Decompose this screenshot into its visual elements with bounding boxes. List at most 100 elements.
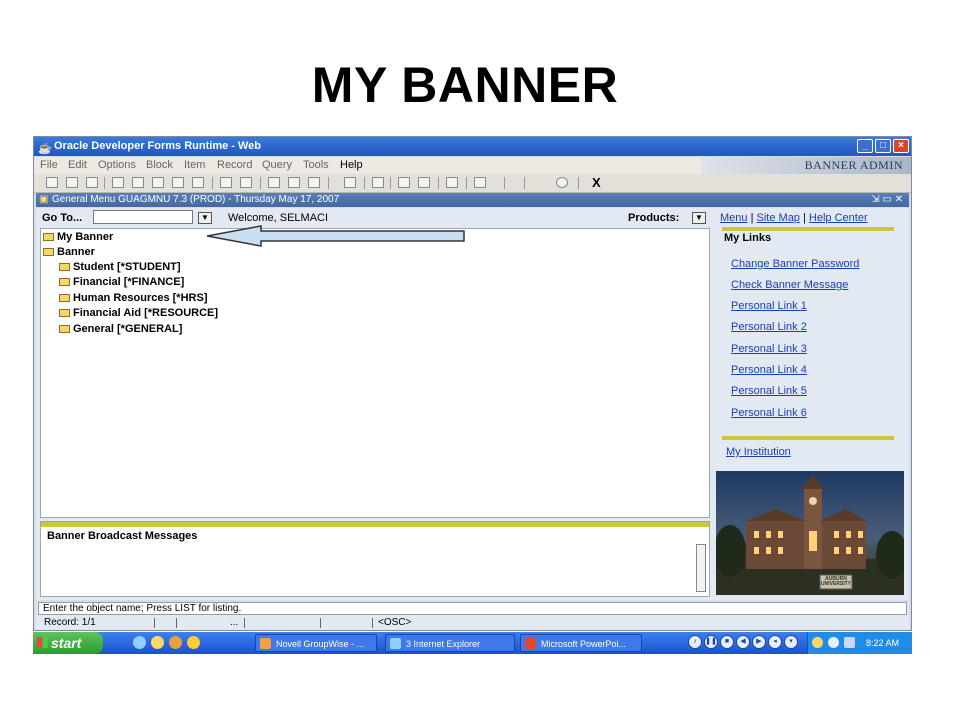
status-separator bbox=[320, 618, 321, 628]
window-titlebar[interactable]: ☕ Oracle Developer Forms Runtime - Web _… bbox=[34, 137, 911, 156]
link-check-message[interactable]: Check Banner Message bbox=[731, 279, 848, 291]
link-change-password[interactable]: Change Banner Password bbox=[731, 258, 859, 270]
pause-icon[interactable]: ❚❚ bbox=[704, 635, 718, 649]
tree-node-my-banner[interactable]: My Banner bbox=[43, 230, 113, 244]
toolbar-separator bbox=[212, 177, 213, 189]
inner-window-controls[interactable]: ⇲ ▭ ✕ bbox=[871, 193, 903, 207]
tree-node-human-resources[interactable]: Human Resources [*HRS] bbox=[59, 291, 207, 305]
goto-input[interactable] bbox=[93, 210, 193, 224]
execute-query-icon[interactable] bbox=[240, 177, 252, 188]
close-button[interactable]: × bbox=[893, 139, 909, 153]
broadcast-title: Banner Broadcast Messages bbox=[47, 530, 198, 542]
folder-icon bbox=[59, 278, 70, 286]
tree-node-banner[interactable]: Banner bbox=[43, 245, 95, 259]
link-personal-1[interactable]: Personal Link 1 bbox=[731, 300, 807, 312]
task-powerpoint[interactable]: Microsoft PowerPoi... bbox=[520, 634, 642, 652]
site-map-link[interactable]: Site Map bbox=[757, 212, 800, 224]
menu-edit[interactable]: Edit bbox=[68, 157, 87, 174]
broadcast-divider bbox=[41, 522, 709, 527]
save-icon[interactable] bbox=[46, 177, 58, 188]
products-dropdown-icon[interactable]: ▼ bbox=[692, 212, 706, 224]
link-personal-2[interactable]: Personal Link 2 bbox=[731, 321, 807, 333]
form-icon: ▣ bbox=[39, 194, 49, 205]
prev-block-icon[interactable] bbox=[112, 177, 124, 188]
broadcast-scrollbar[interactable] bbox=[696, 544, 706, 592]
task-groupwise[interactable]: Novell GroupWise - ... bbox=[255, 634, 377, 652]
network-icon[interactable] bbox=[812, 637, 823, 648]
link-personal-4[interactable]: Personal Link 4 bbox=[731, 364, 807, 376]
rollback-icon[interactable] bbox=[66, 177, 78, 188]
toolbar-separator bbox=[524, 177, 525, 189]
enter-query-icon[interactable] bbox=[220, 177, 232, 188]
security-icon[interactable] bbox=[828, 637, 839, 648]
goto-dropdown-icon[interactable]: ▼ bbox=[198, 212, 212, 224]
menu-link[interactable]: Menu bbox=[720, 212, 748, 224]
menu-item[interactable]: Item bbox=[184, 157, 205, 174]
status-bar: Enter the object name; Press LIST for li… bbox=[36, 602, 909, 630]
quicklaunch-icon[interactable] bbox=[151, 636, 164, 649]
forms-runtime-window: ☕ Oracle Developer Forms Runtime - Web _… bbox=[33, 136, 912, 631]
print-preview-icon[interactable] bbox=[372, 177, 384, 188]
list-values-icon[interactable] bbox=[474, 177, 486, 188]
toolbar-separator bbox=[104, 177, 105, 189]
minimize-button[interactable]: _ bbox=[857, 139, 873, 153]
help-icon[interactable] bbox=[556, 177, 568, 188]
folder-icon bbox=[59, 294, 70, 302]
campus-photo: AUBURN UNIVERSITY bbox=[716, 471, 904, 595]
menu-tools[interactable]: Tools bbox=[303, 157, 329, 174]
print-icon[interactable] bbox=[86, 177, 98, 188]
next-block-icon[interactable] bbox=[132, 177, 144, 188]
tree-node-financial-aid[interactable]: Financial Aid [*RESOURCE] bbox=[59, 306, 218, 320]
insert-record-icon[interactable] bbox=[268, 177, 280, 188]
menu-record[interactable]: Record bbox=[217, 157, 252, 174]
next-record-icon[interactable] bbox=[172, 177, 184, 188]
menu-dropdown-icon[interactable]: ▾ bbox=[784, 635, 798, 649]
stop-icon[interactable]: ■ bbox=[720, 635, 734, 649]
item-help-icon[interactable] bbox=[446, 177, 458, 188]
printer-icon[interactable] bbox=[844, 637, 855, 648]
status-separator bbox=[372, 618, 373, 628]
broadcast-messages-panel: Banner Broadcast Messages bbox=[40, 521, 710, 597]
menu-options[interactable]: Options bbox=[98, 157, 136, 174]
next-track-icon[interactable]: ▶ bbox=[752, 635, 766, 649]
cancel-query-icon[interactable] bbox=[308, 177, 320, 188]
tree-node-student[interactable]: Student [*STUDENT] bbox=[59, 260, 181, 274]
menu-query[interactable]: Query bbox=[262, 157, 292, 174]
menu-help[interactable]: Help bbox=[340, 157, 363, 174]
exit-icon[interactable]: X bbox=[592, 174, 601, 192]
menu-block[interactable]: Block bbox=[146, 157, 173, 174]
windows-taskbar: start Novell GroupWise - ... 3 Internet … bbox=[33, 632, 912, 654]
export-icon[interactable] bbox=[344, 177, 356, 188]
remove-record-icon[interactable] bbox=[288, 177, 300, 188]
link-personal-6[interactable]: Personal Link 6 bbox=[731, 407, 807, 419]
task-internet-explorer[interactable]: 3 Internet Explorer bbox=[385, 634, 515, 652]
tree-node-general[interactable]: General [*GENERAL] bbox=[59, 322, 182, 336]
help-center-link[interactable]: Help Center bbox=[809, 212, 868, 224]
menu-file[interactable]: File bbox=[40, 157, 58, 174]
status-separator bbox=[176, 618, 177, 628]
record-indicator: Record: 1/1 bbox=[44, 617, 96, 628]
media-quicklaunch-icon[interactable] bbox=[169, 636, 182, 649]
clear-record-icon[interactable] bbox=[398, 177, 410, 188]
status-hint: Enter the object name; Press LIST for li… bbox=[38, 602, 907, 615]
delete-record-icon[interactable] bbox=[192, 177, 204, 188]
status-record-line: Record: 1/1 ... <OSC> bbox=[38, 616, 907, 629]
maximize-button[interactable]: □ bbox=[875, 139, 891, 153]
powerpoint-icon bbox=[525, 638, 536, 649]
mute-icon[interactable]: ◂ bbox=[768, 635, 782, 649]
groupwise-quicklaunch-icon[interactable] bbox=[187, 636, 200, 649]
start-button[interactable]: start bbox=[33, 632, 103, 654]
link-personal-3[interactable]: Personal Link 3 bbox=[731, 343, 807, 355]
tree-node-financial[interactable]: Financial [*FINANCE] bbox=[59, 275, 184, 289]
my-institution-link[interactable]: My Institution bbox=[726, 446, 791, 458]
volume-icon[interactable]: ♪ bbox=[688, 635, 702, 649]
prev-track-icon[interactable]: ◀ bbox=[736, 635, 750, 649]
links-divider bbox=[722, 227, 894, 231]
windows-logo-icon bbox=[37, 637, 48, 648]
ie-quicklaunch-icon[interactable] bbox=[133, 636, 146, 649]
groupwise-icon bbox=[260, 638, 271, 649]
clear-form-icon[interactable] bbox=[418, 177, 430, 188]
prev-record-icon[interactable] bbox=[152, 177, 164, 188]
my-links-title: My Links bbox=[724, 232, 772, 244]
link-personal-5[interactable]: Personal Link 5 bbox=[731, 385, 807, 397]
